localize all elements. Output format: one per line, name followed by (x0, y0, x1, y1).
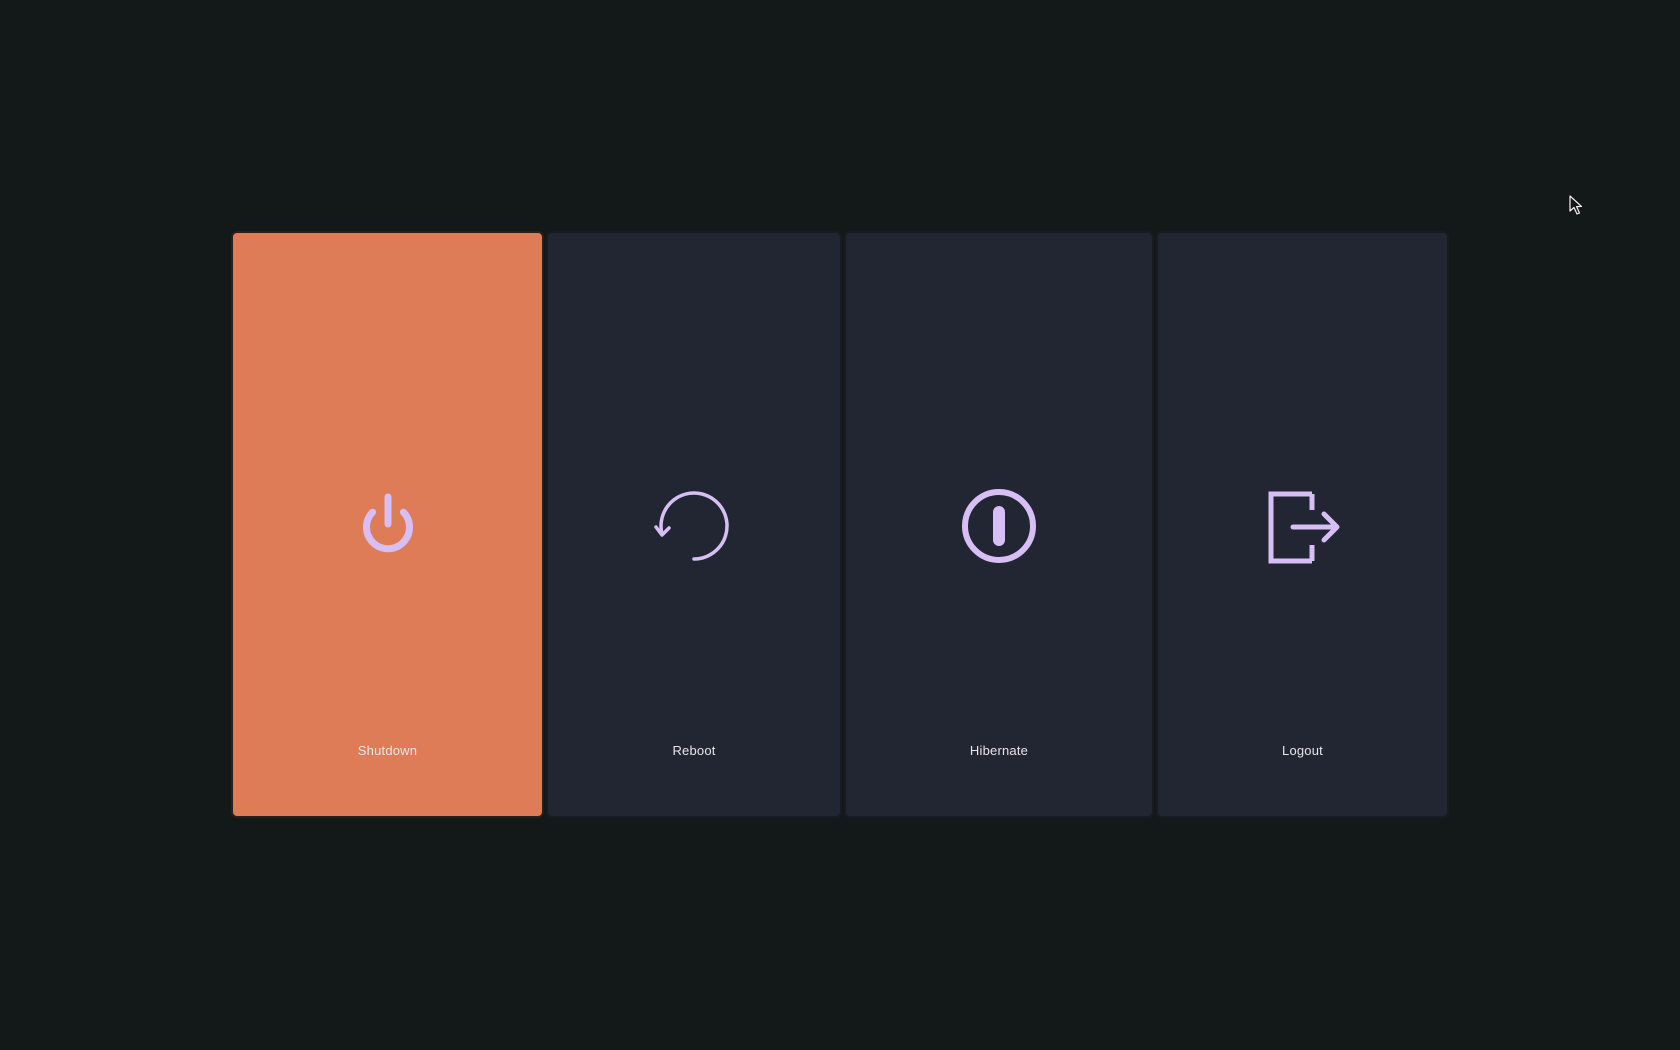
logout-button[interactable]: Logout (1156, 231, 1449, 818)
power-menu-screen: Shutdown Reboot Hibernate Logout (0, 0, 1680, 1050)
logout-label: Logout (1282, 743, 1323, 758)
hibernate-icon (959, 486, 1039, 566)
hibernate-label: Hibernate (969, 743, 1029, 758)
restart-icon (654, 486, 734, 566)
mouse-pointer-icon (1569, 195, 1585, 217)
shutdown-label: Shutdown (357, 743, 418, 758)
reboot-label: Reboot (672, 743, 716, 758)
power-icon (348, 486, 428, 566)
reboot-button[interactable]: Reboot (546, 231, 842, 818)
logout-icon (1263, 486, 1343, 566)
hibernate-button[interactable]: Hibernate (844, 231, 1154, 818)
shutdown-button[interactable]: Shutdown (231, 231, 544, 818)
